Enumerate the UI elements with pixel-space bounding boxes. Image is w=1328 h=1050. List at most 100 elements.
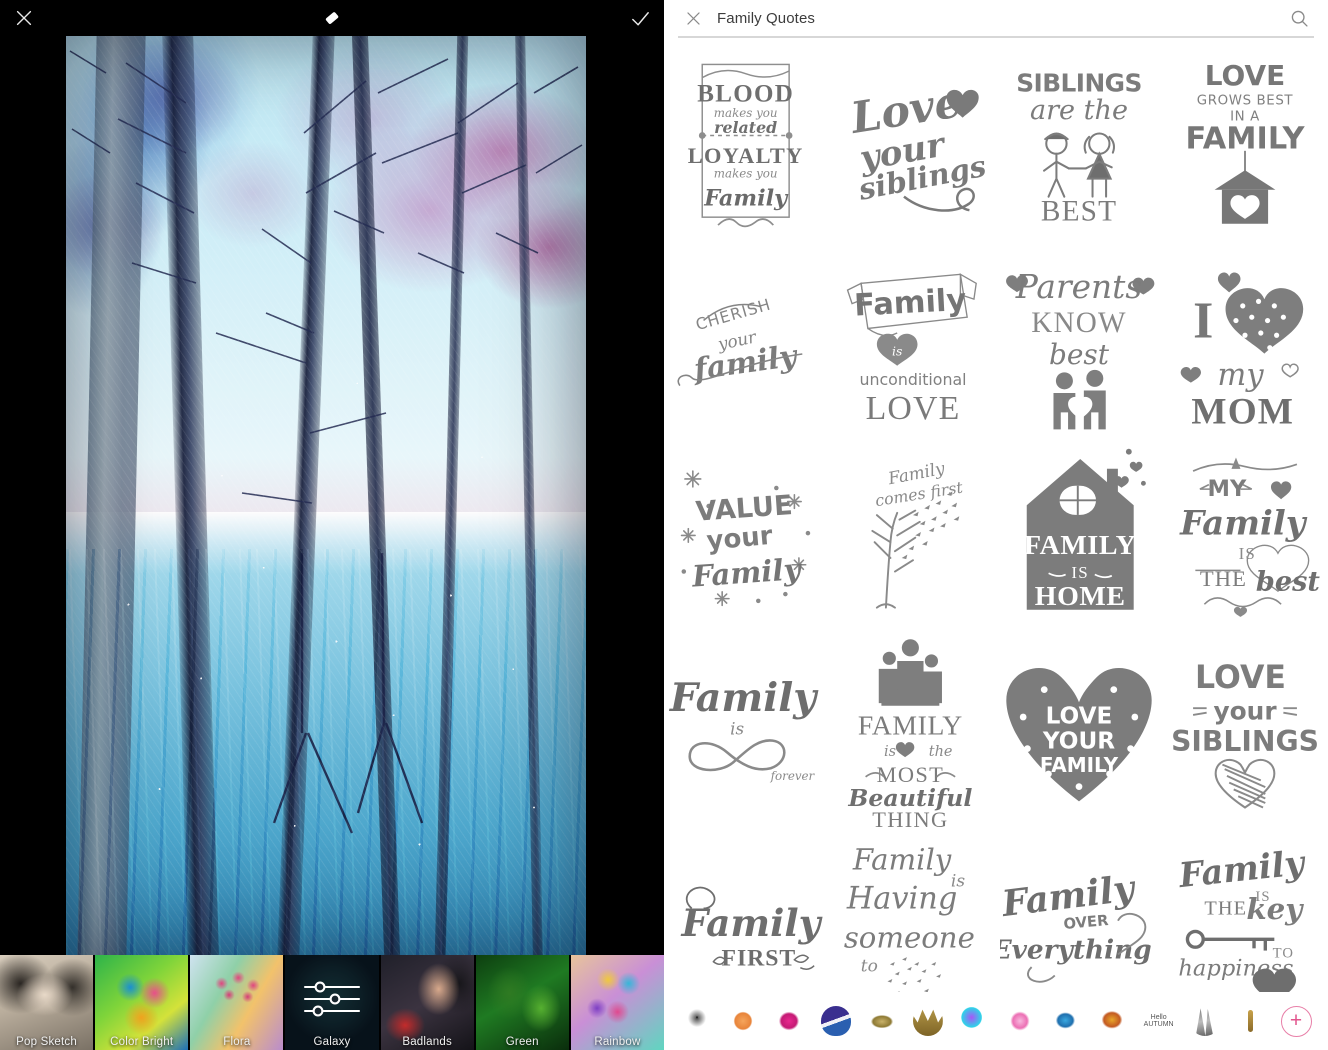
sticker-item[interactable]: CHERISH your family — [664, 248, 830, 438]
svg-text:Family: Family — [1179, 502, 1308, 542]
sticker-item[interactable]: Family comes first — [830, 438, 996, 628]
svg-text:BLOOD: BLOOD — [697, 80, 794, 107]
thin-brush-icon — [1248, 1010, 1254, 1032]
search-icon[interactable] — [1286, 5, 1312, 31]
svg-text:LOYALTY: LOYALTY — [688, 143, 804, 168]
filter-color-bright[interactable]: Color Bright — [95, 955, 189, 1050]
filter-pop-sketch[interactable]: Pop Sketch — [0, 955, 94, 1050]
sticker-item[interactable]: BLOOD makes you related LOYALTY makes yo… — [664, 42, 830, 248]
filter-strip: Pop Sketch Color Bright Flora Galaxy Bad… — [0, 955, 664, 1050]
sticker-item[interactable]: VALUE your Family — [664, 438, 830, 628]
adjust-sliders-icon[interactable] — [301, 977, 363, 1021]
filter-badlands[interactable]: Badlands — [380, 955, 474, 1050]
sticker-pack-hair[interactable] — [812, 999, 858, 1043]
sticker-pack-tree[interactable] — [674, 999, 720, 1043]
filter-green[interactable]: Green — [475, 955, 569, 1050]
svg-text:related: related — [714, 118, 777, 137]
sticker-item[interactable]: LOVE your SIBLINGS — [1162, 628, 1328, 834]
autumn-leaf-icon — [1097, 1006, 1128, 1036]
svg-text:I: I — [1193, 292, 1213, 349]
crown-icon — [912, 1009, 943, 1036]
sticker-pack-crown[interactable] — [905, 999, 951, 1043]
filter-label: Pop Sketch — [16, 1036, 77, 1048]
svg-text:IS: IS — [1071, 563, 1089, 582]
photo-vignette — [66, 33, 586, 955]
svg-text:BEST: BEST — [1041, 195, 1117, 227]
svg-text:FIRST: FIRST — [721, 945, 796, 971]
sticker-item[interactable]: Love your siblings — [830, 42, 996, 248]
sticker-browser-panel: Family Quotes BLOOD makes you related LO… — [664, 0, 1328, 1050]
svg-text:LOVE: LOVE — [866, 389, 961, 426]
sticker-pack-hello-autumn[interactable]: Hello AUTUMN — [1136, 999, 1182, 1043]
sticker-pack-lips[interactable] — [859, 999, 905, 1043]
sticker-item[interactable]: Family is forever — [664, 628, 830, 834]
svg-text:LOVE: LOVE — [1046, 702, 1113, 729]
sticker-pack-feather[interactable] — [1182, 999, 1228, 1043]
eraser-icon[interactable] — [308, 0, 356, 36]
feather-icon — [1195, 1008, 1214, 1036]
filter-label: Color Bright — [110, 1036, 174, 1048]
hair-icon — [820, 1006, 851, 1036]
pumpkin-icon — [728, 1006, 759, 1036]
svg-text:HOME: HOME — [1035, 581, 1126, 612]
filter-label: Galaxy — [313, 1036, 351, 1048]
sticker-grid: BLOOD makes you related LOYALTY makes yo… — [664, 42, 1328, 1050]
svg-text:best: best — [1049, 337, 1110, 370]
svg-text:VALUE: VALUE — [695, 490, 794, 528]
add-sticker-pack-button[interactable]: + — [1274, 1005, 1318, 1037]
sticker-item[interactable]: SIBLINGS are the BEST — [996, 42, 1162, 248]
sticker-item[interactable]: Parents KNOW best — [996, 248, 1162, 438]
blue-splash-icon — [1051, 1006, 1082, 1036]
sticker-item[interactable]: FAMILY is the MOST Beautiful THING — [830, 628, 996, 834]
svg-text:Parents: Parents — [1015, 268, 1142, 306]
editor-toolbar — [0, 0, 664, 36]
sticker-pack-orb[interactable] — [951, 999, 997, 1043]
filter-galaxy[interactable]: Galaxy — [285, 955, 379, 1050]
sticker-item[interactable]: I my MOM — [1162, 248, 1328, 438]
checkmark-icon[interactable] — [616, 0, 664, 36]
sticker-item[interactable]: Family is unconditional LOVE — [830, 248, 996, 438]
svg-text:THING: THING — [872, 807, 948, 830]
svg-text:is: is — [892, 343, 902, 358]
hello-autumn-icon: Hello AUTUMN — [1143, 1014, 1174, 1028]
filter-label: Green — [505, 1036, 539, 1048]
svg-text:forever: forever — [770, 769, 816, 783]
svg-text:is: is — [730, 719, 744, 739]
svg-text:the: the — [929, 744, 953, 760]
svg-text:unconditional: unconditional — [859, 369, 966, 388]
sticker-pack-strip: Hello AUTUMN + — [664, 992, 1328, 1050]
svg-text:your: your — [1213, 697, 1277, 726]
svg-text:someone: someone — [844, 920, 975, 954]
sticker-pack-pink-blob[interactable] — [997, 999, 1043, 1043]
sticker-pack-splash[interactable] — [1043, 999, 1089, 1043]
photo-editor-panel: Pop Sketch Color Bright Flora Galaxy Bad… — [0, 0, 664, 1050]
svg-text:SIBLINGS: SIBLINGS — [1016, 69, 1142, 98]
svg-text:FAMILY: FAMILY — [1024, 530, 1136, 561]
sticker-pack-pumpkin[interactable] — [720, 999, 766, 1043]
svg-text:MOM: MOM — [1191, 391, 1294, 432]
svg-text:key: key — [1246, 891, 1304, 926]
filter-label: Badlands — [402, 1036, 452, 1048]
close-x-icon[interactable] — [680, 5, 706, 31]
sticker-item[interactable]: MY Family IS THE best — [1162, 438, 1328, 628]
svg-text:FAMILY: FAMILY — [1040, 753, 1119, 777]
svg-text:Family: Family — [703, 185, 789, 211]
sticker-item[interactable]: LOVE YOUR FAMILY — [996, 628, 1162, 834]
sticker-item[interactable]: FAMILY IS HOME — [996, 438, 1162, 628]
app-root: Pop Sketch Color Bright Flora Galaxy Bad… — [0, 0, 1328, 1050]
svg-text:Family: Family — [681, 901, 823, 945]
filter-label: Flora — [223, 1036, 251, 1048]
sticker-pack-leaf[interactable] — [1089, 999, 1135, 1043]
svg-text:makes you: makes you — [714, 167, 778, 181]
svg-text:your: your — [705, 521, 774, 557]
filter-label: Rainbow — [594, 1036, 641, 1048]
pink-blob-icon — [1005, 1006, 1036, 1036]
filter-rainbow[interactable]: Rainbow — [570, 955, 664, 1050]
sticker-pack-pink-brush[interactable] — [766, 999, 812, 1043]
close-x-icon[interactable] — [0, 0, 48, 36]
filter-flora[interactable]: Flora — [190, 955, 284, 1050]
image-canvas[interactable] — [66, 33, 586, 955]
sticker-pack-brush[interactable] — [1228, 999, 1274, 1043]
svg-text:FAMILY: FAMILY — [858, 710, 963, 741]
sticker-item[interactable]: LOVE GROWS BEST IN A FAMILY — [1162, 42, 1328, 248]
